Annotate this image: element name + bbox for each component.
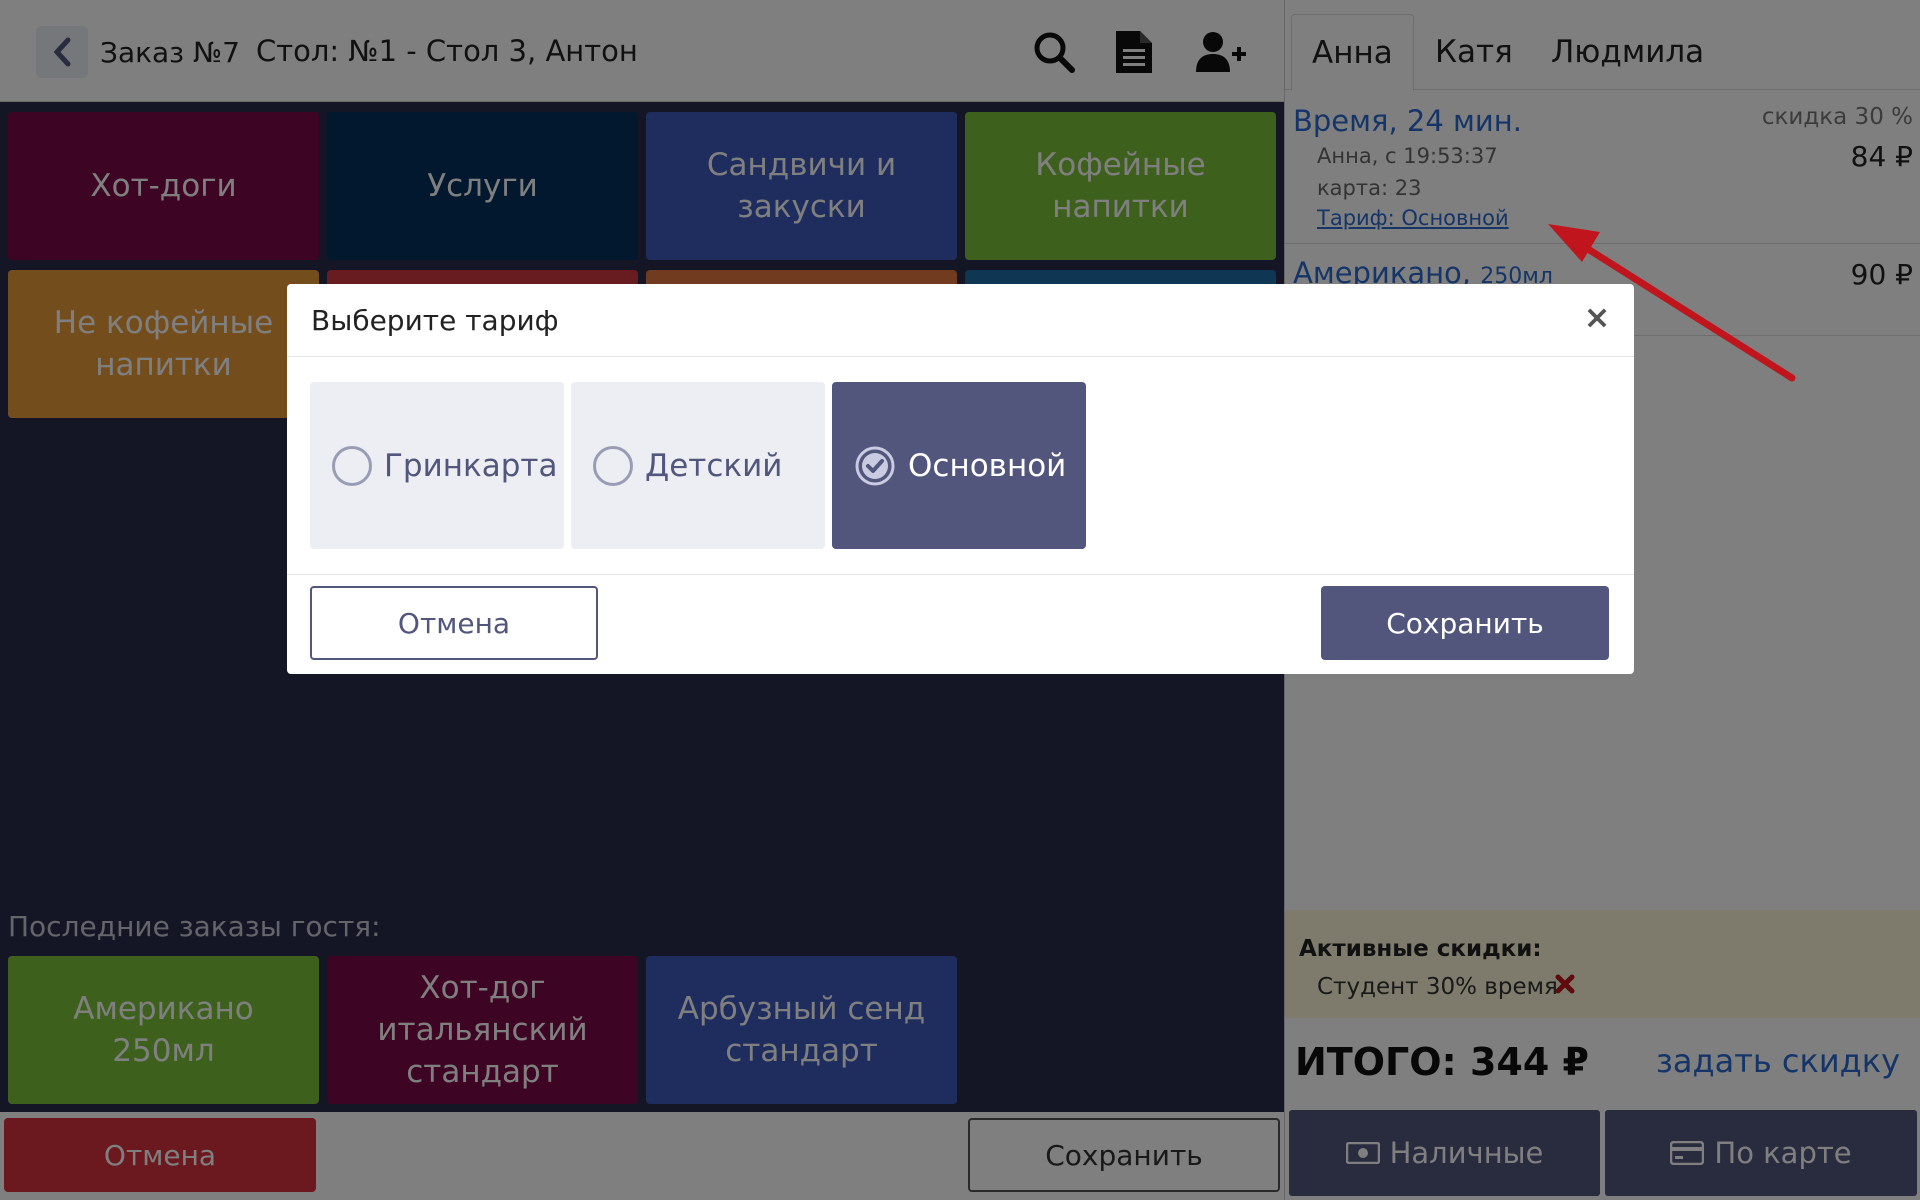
dialog-title: Выберите тариф bbox=[311, 304, 559, 337]
tariff-option-label: Гринкарта bbox=[384, 447, 558, 484]
close-icon[interactable]: × bbox=[1582, 301, 1612, 333]
radio-unchecked-icon bbox=[332, 445, 372, 486]
divider bbox=[287, 356, 1634, 357]
radio-unchecked-icon bbox=[593, 445, 633, 486]
tariff-option-label: Детский bbox=[645, 447, 783, 484]
dialog-save-button[interactable]: Сохранить bbox=[1321, 586, 1609, 660]
tariff-option-kids[interactable]: Детский bbox=[571, 382, 825, 549]
tariff-dialog: Выберите тариф × Гринкарта Детский Основ… bbox=[287, 284, 1634, 674]
divider bbox=[287, 574, 1634, 575]
tariff-option-label: Основной bbox=[908, 447, 1067, 484]
dialog-cancel-button[interactable]: Отмена bbox=[310, 586, 598, 660]
tariff-option-basic[interactable]: Основной bbox=[832, 382, 1086, 549]
check-circle-icon bbox=[855, 446, 895, 485]
tariff-option-greencard[interactable]: Гринкарта bbox=[310, 382, 564, 549]
